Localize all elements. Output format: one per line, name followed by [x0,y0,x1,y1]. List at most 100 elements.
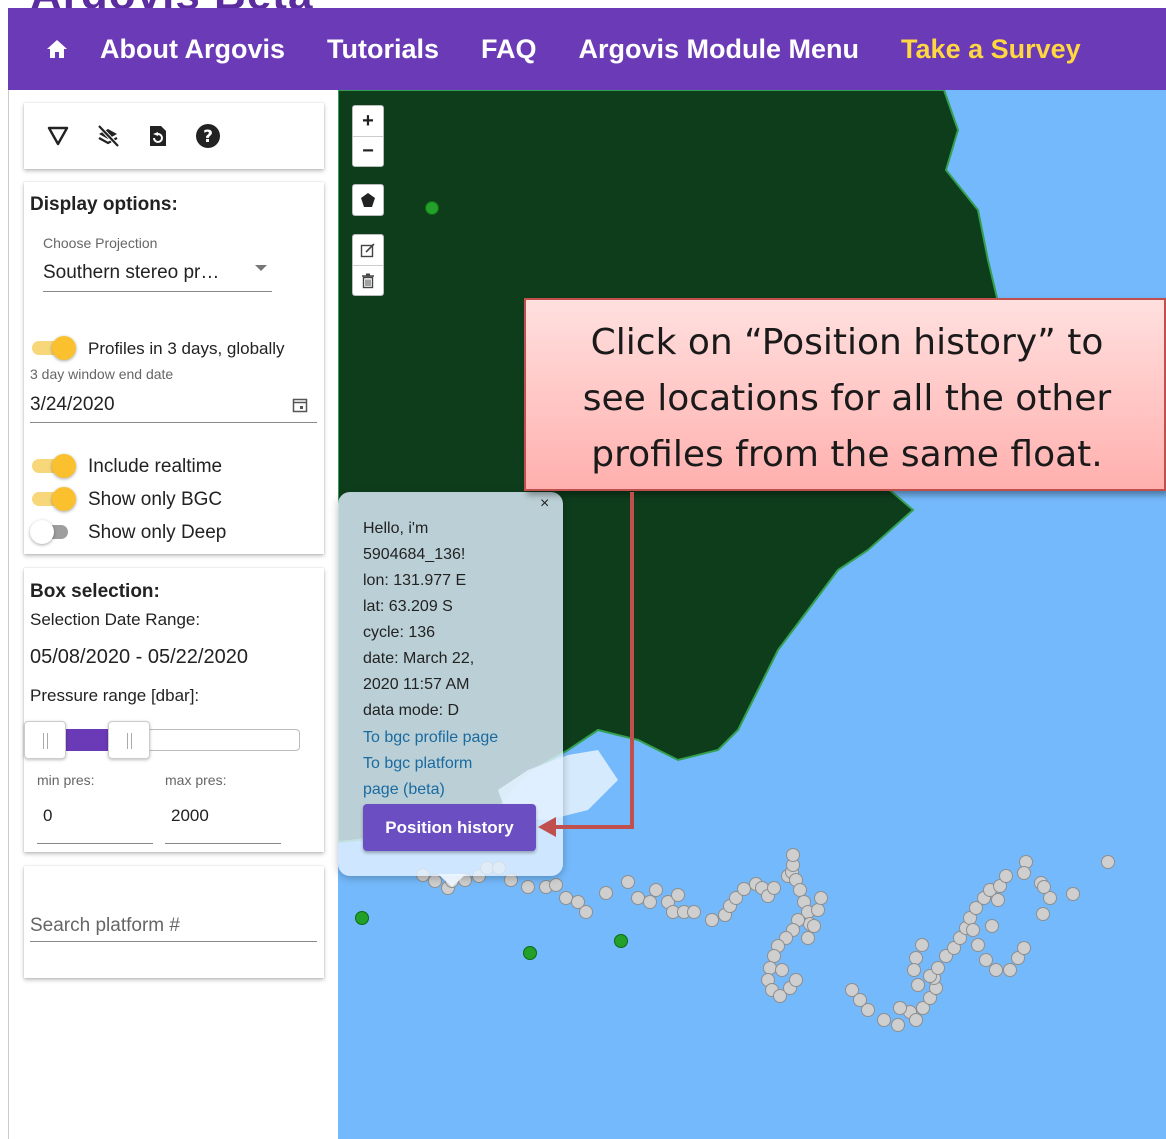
page-header-strip: Argovis Beta [0,0,1166,8]
profile-marker[interactable] [705,913,719,927]
navbar: About Argovis Tutorials FAQ Argovis Modu… [8,8,1166,90]
filter-triangle-icon[interactable] [44,122,72,150]
profile-marker[interactable] [931,961,945,975]
nav-about[interactable]: About Argovis [100,34,285,65]
popup-close-button[interactable]: × [540,495,549,513]
window-date-label: 3 day window end date [30,366,174,382]
profile-marker[interactable] [549,878,563,892]
polygon-icon[interactable] [353,185,383,215]
profile-marker[interactable] [671,888,685,902]
bgc-platform-link[interactable]: To bgc platform [363,755,472,773]
bgc-profile-link[interactable]: To bgc profile page [363,729,498,747]
pressure-slider-min-handle[interactable] [24,721,66,759]
profile-marker[interactable] [989,963,1003,977]
max-pres-input[interactable]: 2000 [171,806,281,826]
nav-tutorials[interactable]: Tutorials [327,34,439,65]
position-history-button[interactable]: Position history [363,804,536,851]
profile-marker[interactable] [649,883,663,897]
profile-marker[interactable] [1017,941,1031,955]
profile-marker[interactable] [786,848,800,862]
chevron-down-icon[interactable] [255,265,267,271]
max-pres-underline [165,843,281,844]
deep-toggle[interactable] [30,519,78,545]
profile-marker[interactable] [643,895,657,909]
profile-marker[interactable] [763,961,777,975]
profile-marker[interactable] [599,886,613,900]
profile-marker[interactable] [971,938,985,952]
profile-marker[interactable] [893,1001,907,1015]
profile-marker[interactable] [1017,866,1031,880]
profile-marker[interactable] [775,963,789,977]
profile-marker[interactable] [767,949,781,963]
min-pres-label: min pres: [37,772,95,788]
float-marker[interactable] [355,911,369,925]
window-date-input[interactable]: 3/24/2020 [30,394,115,416]
profiles-toggle[interactable] [30,335,78,361]
realtime-toggle-label: Include realtime [88,456,223,477]
profile-marker[interactable] [1036,907,1050,921]
page-header-text: Argovis Beta [30,0,313,8]
profile-marker[interactable] [687,905,701,919]
profile-marker[interactable] [915,938,929,952]
float-marker[interactable] [614,934,628,948]
profile-marker[interactable] [979,953,993,967]
profile-marker[interactable] [793,883,807,897]
display-options-title: Display options: [30,194,178,215]
date-range-value[interactable]: 05/08/2020 - 05/22/2020 [30,646,248,669]
profile-marker[interactable] [631,891,645,905]
profile-marker[interactable] [999,869,1013,883]
profile-marker[interactable] [767,881,781,895]
profile-marker[interactable] [907,963,921,977]
tools-card: ? [24,103,324,169]
profile-marker[interactable] [789,973,803,987]
bgc-platform-link-cont[interactable]: page (beta) [363,781,445,799]
profile-marker[interactable] [1037,880,1051,894]
profiles-toggle-label: Profiles in 3 days, globally [88,339,285,358]
profile-marker[interactable] [811,903,825,917]
nav-survey[interactable]: Take a Survey [901,34,1081,65]
nav-faq[interactable]: FAQ [481,34,537,65]
home-icon[interactable] [44,36,70,62]
zoom-in-button[interactable]: + [353,106,383,136]
nav-module-menu[interactable]: Argovis Module Menu [579,34,860,65]
help-icon[interactable]: ? [194,122,222,150]
popup-line: lat: 63.209 S [363,598,453,615]
calendar-icon[interactable] [292,397,308,413]
profile-marker[interactable] [1066,887,1080,901]
profile-marker[interactable] [877,1013,891,1027]
profile-marker[interactable] [807,919,821,933]
realtime-toggle[interactable] [30,453,78,479]
profile-marker[interactable] [814,891,828,905]
profile-marker[interactable] [861,1003,875,1017]
profile-marker[interactable] [579,905,593,919]
profile-marker[interactable] [521,880,535,894]
bgc-toggle[interactable] [30,486,78,512]
projection-select[interactable]: Southern stereo pr… [43,262,219,284]
pressure-slider-max-handle[interactable] [108,721,150,759]
profile-marker[interactable] [1101,855,1115,869]
float-marker[interactable] [523,946,537,960]
profile-marker[interactable] [966,923,980,937]
min-pres-input[interactable]: 0 [43,806,153,826]
profile-marker[interactable] [991,893,1005,907]
profile-marker[interactable] [801,931,815,945]
profile-marker[interactable] [891,1018,905,1032]
profile-marker[interactable] [909,951,923,965]
profile-marker[interactable] [737,882,751,896]
profile-marker[interactable] [1003,963,1017,977]
profile-marker[interactable] [559,891,573,905]
profile-marker[interactable] [909,1013,923,1027]
profile-marker[interactable] [911,978,925,992]
search-platform-input[interactable] [30,910,317,942]
profile-marker[interactable] [621,875,635,889]
edit-control [352,234,384,296]
reset-icon[interactable] [144,122,172,150]
layers-off-icon[interactable] [94,122,122,150]
popup-line: date: March 22, [363,650,475,667]
float-marker[interactable] [425,201,439,215]
edit-icon[interactable] [353,235,383,265]
trash-icon[interactable] [353,265,383,295]
pressure-range-label: Pressure range [dbar]: [30,686,200,705]
profile-marker[interactable] [985,919,999,933]
zoom-out-button[interactable]: − [353,136,383,166]
